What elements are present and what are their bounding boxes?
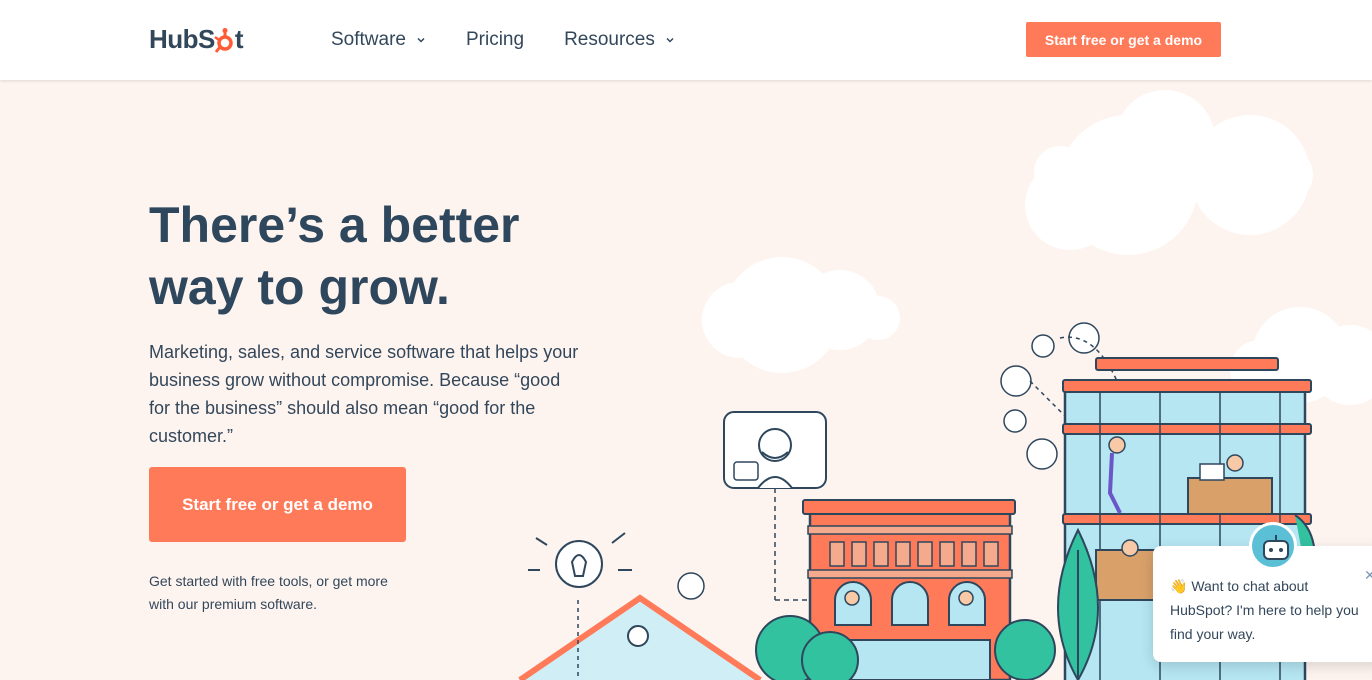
lightbulb-icon (528, 532, 632, 588)
person-head (677, 572, 705, 600)
house (518, 594, 762, 680)
site-header: HubS t Software Pricing Resources Start … (0, 0, 1372, 80)
logo-text-start: HubS (149, 24, 215, 54)
hero-note: Get started with free tools, or get more… (149, 573, 388, 612)
chevron-down-icon (417, 37, 425, 43)
cloud-large (1025, 90, 1313, 255)
nav-software[interactable]: Software (331, 29, 426, 51)
nav-resources-label: Resources (564, 29, 655, 50)
hero-cta-button[interactable]: Start free or get a demo (149, 467, 406, 542)
hubspot-sprocket-icon (214, 26, 235, 54)
header-cta-button[interactable]: Start free or get a demo (1026, 22, 1221, 57)
hero-title-line-1: There’s a better (149, 197, 520, 253)
hero-title-line-2: way to grow. (149, 259, 450, 315)
main-nav: Software Pricing Resources (331, 29, 715, 51)
chat-message-text: Want to chat about HubSpot? I'm here to … (1170, 578, 1359, 642)
hubspot-logo[interactable]: HubS t (149, 24, 244, 55)
chat-bot-avatar[interactable] (1249, 522, 1297, 570)
nav-software-label: Software (331, 29, 406, 50)
logo-text-end: t (234, 24, 244, 54)
cloud-medium (702, 257, 900, 373)
nav-pricing[interactable]: Pricing (466, 29, 524, 51)
nav-resources[interactable]: Resources (564, 29, 675, 51)
wave-icon: 👋 (1170, 578, 1188, 594)
chevron-down-icon (666, 37, 674, 43)
nav-pricing-label: Pricing (465, 29, 525, 50)
close-icon[interactable]: ✕ (1364, 567, 1372, 584)
